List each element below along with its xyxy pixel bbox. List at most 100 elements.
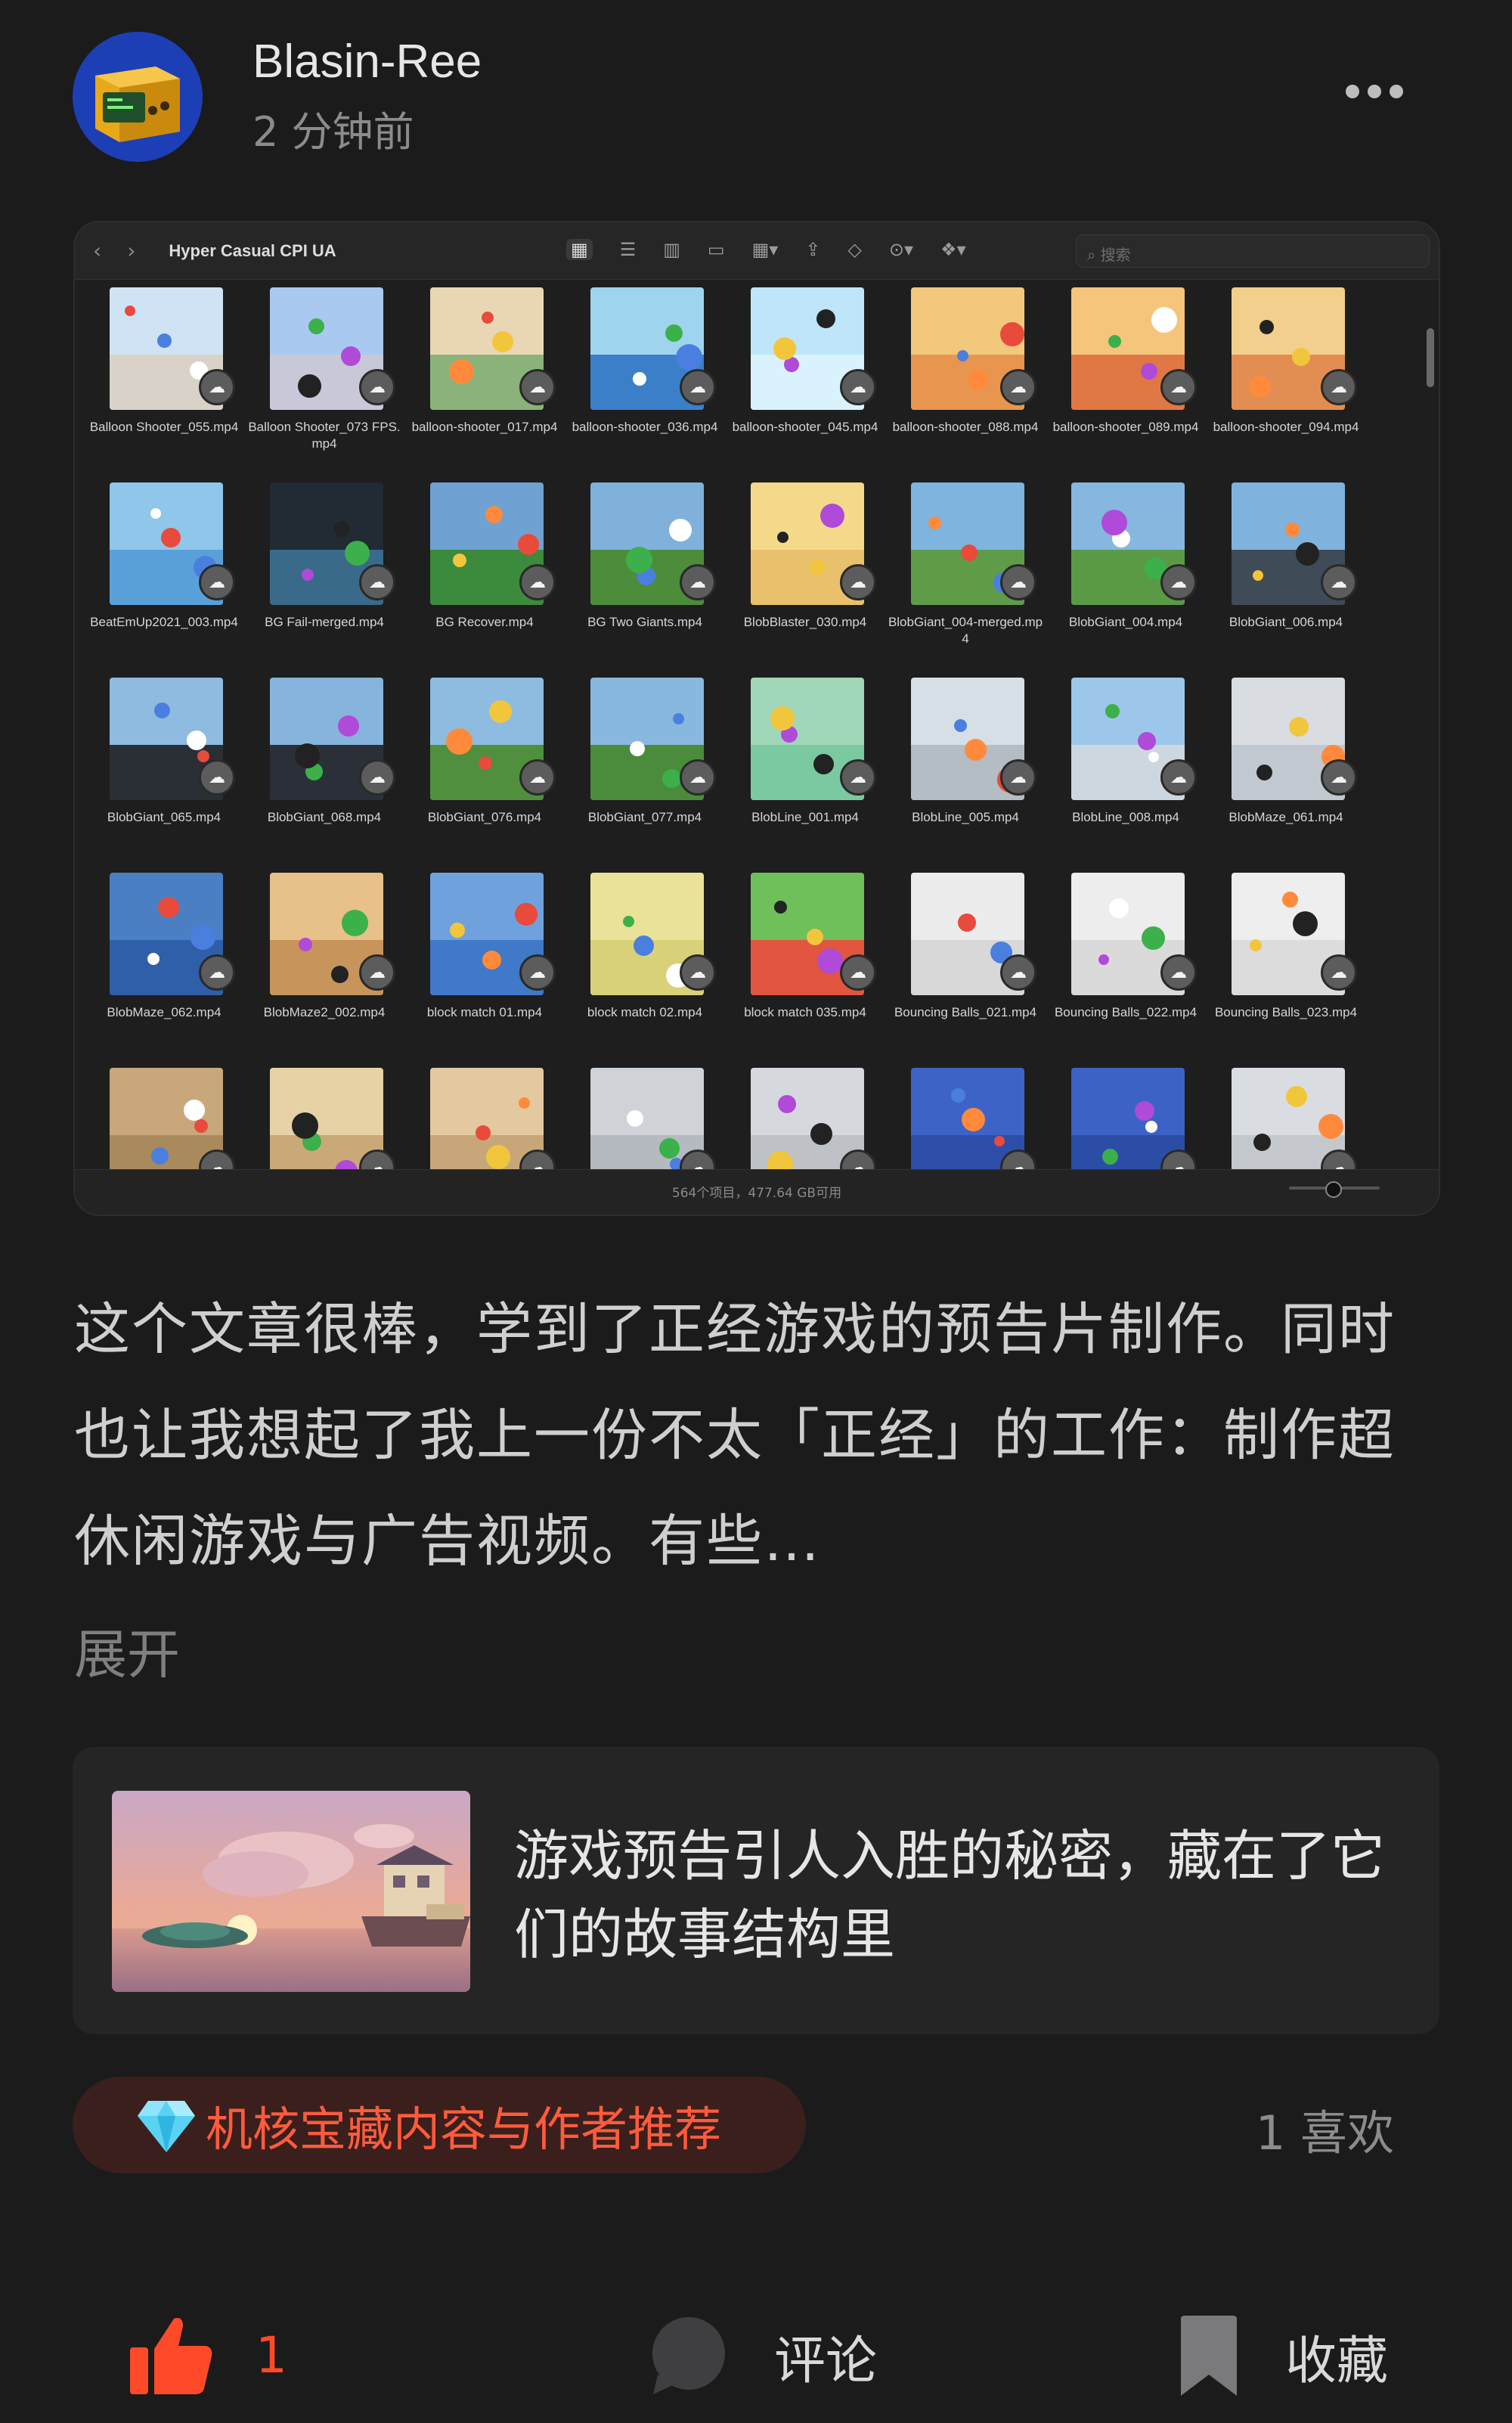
forward-icon: ›	[127, 238, 136, 263]
finder-file-item: ☁ Bouncing Balls_022.mp4	[1046, 865, 1206, 1060]
list-view-icon: ☰	[619, 239, 637, 260]
finder-file-item: ☁ BlobMaze_062.mp4	[84, 865, 244, 1060]
more-options-icon[interactable]	[1346, 85, 1403, 106]
finder-file-item: ☁ BeatEmUp2021_003.mp4	[84, 475, 244, 670]
finder-file-item: ☁ BlobGiant_004-merged.mp4	[885, 475, 1046, 670]
comment-bubble-icon	[652, 2317, 725, 2394]
finder-file-item: ☁ block match 02.mp4	[565, 865, 725, 1060]
file-name: Bouncing Balls_023.mp4	[1214, 1005, 1358, 1019]
group-icon: ▦▾	[751, 239, 779, 260]
diamond-icon	[138, 2101, 195, 2152]
share-icon: ⇪	[805, 239, 821, 260]
icloud-download-icon: ☁	[519, 954, 556, 991]
article-title: 游戏预告引人入胜的秘密，藏在了它们的故事结构里	[514, 1824, 1386, 1966]
file-name: BeatEmUp2021_003.mp4	[90, 615, 238, 629]
file-name: BlobGiant_076.mp4	[427, 810, 542, 824]
icloud-download-icon: ☁	[199, 759, 235, 796]
finder-file-item: ☁ BG Fail-merged.mp4	[244, 475, 404, 670]
icloud-download-icon: ☁	[359, 369, 395, 405]
finder-search-field: ⌕ 搜索	[1076, 234, 1430, 268]
file-name: BlobGiant_004-merged.mp4	[888, 615, 1043, 646]
comment-button[interactable]: 评论	[649, 2316, 877, 2396]
icloud-download-icon: ☁	[680, 759, 716, 796]
dropbox-icon: ❖▾	[940, 239, 966, 260]
file-name: BlobLine_001.mp4	[751, 810, 859, 824]
icloud-download-icon: ☁	[680, 564, 716, 600]
likes-summary[interactable]: 1 喜欢	[1256, 2095, 1394, 2163]
icloud-download-icon: ☁	[1000, 369, 1036, 405]
icloud-download-icon: ☁	[840, 954, 876, 991]
finder-file-item: ☁ balloon-shooter_017.mp4	[404, 280, 565, 475]
icloud-download-icon: ☁	[1321, 369, 1357, 405]
icloud-download-icon: ☁	[1000, 564, 1036, 600]
like-count: 1	[256, 2325, 287, 2384]
author-name[interactable]: Blasin-Ree	[253, 35, 482, 88]
finder-file-item: ☁ balloon-shooter_036.mp4	[565, 280, 725, 475]
finder-file-item: ☁ BlobBlaster_030.mp4	[725, 475, 885, 670]
finder-title: Hyper Casual CPI UA	[169, 240, 336, 260]
recommend-badge[interactable]: 机核宝藏内容与作者推荐	[73, 2077, 806, 2173]
finder-file-item: ☁ BlobMaze2_002.mp4	[244, 865, 404, 1060]
finder-status-text: 564个项目，477.64 GB可用	[671, 1186, 842, 1201]
save-label: 收藏	[1285, 2331, 1389, 2391]
column-view-icon: ▥	[663, 239, 680, 260]
file-name: Balloon Shooter_073 FPS.mp4	[248, 420, 401, 451]
finder-file-item: ☁ Bouncing Balls_023.mp4	[1206, 865, 1366, 1060]
finder-file-item: ☁ BlobLine_001.mp4	[725, 670, 885, 865]
linked-article-card[interactable]: 游戏预告引人入胜的秘密，藏在了它们的故事结构里	[73, 1747, 1439, 2034]
icloud-download-icon: ☁	[359, 759, 395, 796]
file-name: BG Recover.mp4	[435, 615, 534, 629]
file-name: BlobLine_008.mp4	[1072, 810, 1179, 824]
file-name: BlobMaze_062.mp4	[107, 1005, 222, 1019]
finder-file-item: ☁ Bouncing Balls_021.mp4	[885, 865, 1046, 1060]
file-name: BlobGiant_068.mp4	[267, 810, 382, 824]
file-name: block match 01.mp4	[426, 1005, 543, 1019]
file-name: BlobGiant_004.mp4	[1068, 615, 1183, 629]
finder-view-controls: ▦ ☰ ▥ ▭ ▦▾ ⇪ ◇ ⊙▾ ❖▾	[566, 239, 966, 260]
thumbs-up-icon	[130, 2318, 212, 2394]
file-name: Balloon Shooter_055.mp4	[89, 420, 239, 434]
finder-toolbar: ‹ › Hyper Casual CPI UA ▦ ☰ ▥ ▭ ▦▾ ⇪ ◇ ⊙…	[75, 222, 1439, 280]
icloud-download-icon: ☁	[1160, 369, 1197, 405]
file-name: block match 02.mp4	[587, 1005, 703, 1019]
expand-link[interactable]: 展开	[74, 1612, 180, 1689]
finder-file-item: ☁ block match 035.mp4	[725, 865, 885, 1060]
finder-file-item: ☁ BlobGiant_006.mp4	[1206, 475, 1366, 670]
file-name: block match 035.mp4	[744, 1005, 866, 1019]
finder-scrollbar	[1427, 328, 1434, 387]
finder-file-item: ☁ Balloon Shooter_055.mp4	[84, 280, 244, 475]
article-thumbnail	[112, 1791, 470, 1992]
icloud-download-icon: ☁	[519, 564, 556, 600]
finder-file-item: ☁ BlobGiant_077.mp4	[565, 670, 725, 865]
finder-file-item: ☁ BlobMaze_061.mp4	[1206, 670, 1366, 865]
finder-file-item: ☁ balloon-shooter_088.mp4	[885, 280, 1046, 475]
attached-image[interactable]: ‹ › Hyper Casual CPI UA ▦ ☰ ▥ ▭ ▦▾ ⇪ ◇ ⊙…	[73, 221, 1440, 1216]
icloud-download-icon: ☁	[1321, 954, 1357, 991]
author-avatar[interactable]	[73, 32, 203, 162]
finder-file-item: ☁ block match 01.mp4	[404, 865, 565, 1060]
icloud-download-icon: ☁	[1000, 954, 1036, 991]
file-name: Bouncing Balls_022.mp4	[1054, 1005, 1198, 1019]
save-button[interactable]: 收藏	[1178, 2316, 1388, 2396]
post-body-text: 这个文章很棒，学到了正经游戏的预告片制作。同时也让我想起了我上一份不太「正经」的…	[74, 1297, 1396, 1574]
file-name: BlobMaze_061.mp4	[1228, 810, 1343, 824]
grid-view-icon: ▦	[566, 239, 593, 260]
recommend-label: 机核宝藏内容与作者推荐	[206, 2102, 722, 2157]
file-name: BlobGiant_065.mp4	[107, 810, 222, 824]
finder-file-item: ☁ BlobGiant_068.mp4	[244, 670, 404, 865]
finder-file-item: ☁ balloon-shooter_045.mp4	[725, 280, 885, 475]
file-name: balloon-shooter_036.mp4	[572, 420, 718, 434]
icloud-download-icon: ☁	[1160, 564, 1197, 600]
file-name: BG Two Giants.mp4	[587, 615, 702, 629]
file-name: balloon-shooter_088.mp4	[892, 420, 1039, 434]
file-name: Bouncing Balls_021.mp4	[894, 1005, 1037, 1019]
finder-file-item: ☁ Balloon Shooter_073 FPS.mp4	[244, 280, 404, 475]
finder-status-bar: 564个项目，477.64 GB可用	[75, 1169, 1439, 1215]
comment-label: 评论	[774, 2331, 878, 2391]
like-button[interactable]: 1	[130, 2316, 287, 2394]
file-name: BlobGiant_006.mp4	[1228, 615, 1343, 629]
finder-file-item: ☁ BlobGiant_004.mp4	[1046, 475, 1206, 670]
icloud-download-icon: ☁	[1160, 759, 1197, 796]
file-name: BlobBlaster_030.mp4	[743, 615, 867, 629]
gallery-view-icon: ▭	[707, 239, 725, 260]
